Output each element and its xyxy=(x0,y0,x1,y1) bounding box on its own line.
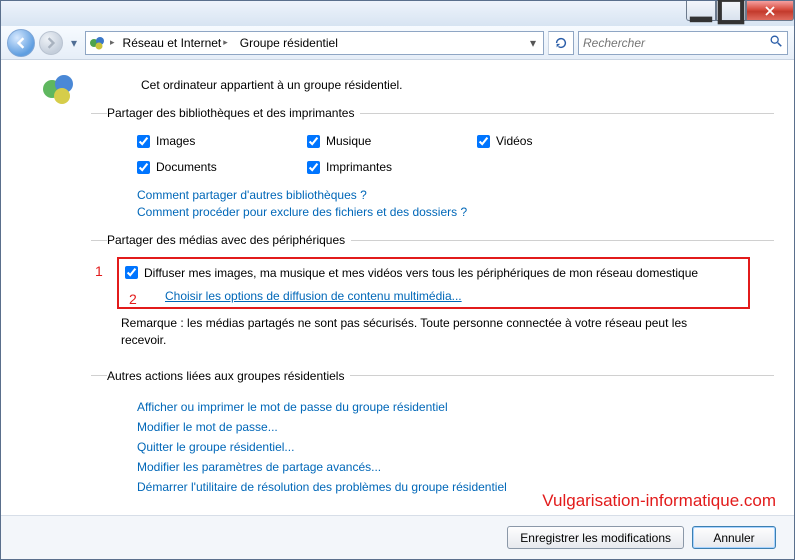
intro-text: Cet ordinateur appartient à un groupe ré… xyxy=(91,70,774,106)
footer-bar: Enregistrer les modifications Annuler xyxy=(1,515,794,559)
checkbox-documents[interactable]: Documents xyxy=(137,160,307,174)
forward-button[interactable] xyxy=(39,31,63,55)
checkbox-input[interactable] xyxy=(477,135,490,148)
save-button[interactable]: Enregistrer les modifications xyxy=(507,526,684,549)
annotation-highlight: 1 2 Diffuser mes images, ma musique et m… xyxy=(117,257,750,309)
section-legend: Partager des médias avec des périphériqu… xyxy=(107,233,351,247)
stream-media-label: Diffuser mes images, ma musique et mes v… xyxy=(144,265,746,281)
section-legend: Partager des bibliothèques et des imprim… xyxy=(107,106,360,120)
annotation-marker-1: 1 xyxy=(95,263,103,279)
titlebar-blur-text xyxy=(1,1,686,26)
media-sharing-note: Remarque : les médias partagés ne sont p… xyxy=(107,309,774,355)
homegroup-icon xyxy=(41,72,75,106)
checkbox-stream-media[interactable] xyxy=(125,266,138,279)
link-leave-homegroup[interactable]: Quitter le groupe résidentiel... xyxy=(137,437,774,457)
link-exclude-files[interactable]: Comment procéder pour exclure des fichie… xyxy=(137,205,467,219)
search-icon[interactable] xyxy=(769,34,783,51)
section-libraries: Partager des bibliothèques et des imprim… xyxy=(91,106,774,227)
breadcrumb-label: Réseau et Internet xyxy=(123,36,222,50)
window-controls xyxy=(686,1,794,21)
chevron-right-icon: ▸ xyxy=(110,37,115,48)
link-troubleshooter[interactable]: Démarrer l'utilitaire de résolution des … xyxy=(137,477,774,497)
link-streaming-options[interactable]: Choisir les options de diffusion de cont… xyxy=(165,289,462,303)
checkbox-label: Documents xyxy=(156,160,217,174)
checkbox-input[interactable] xyxy=(137,161,150,174)
section-legend: Autres actions liées aux groupes résiden… xyxy=(107,369,350,383)
nav-history-dropdown[interactable]: ▾ xyxy=(67,36,81,50)
breadcrumb-label: Groupe résidentiel xyxy=(240,36,338,50)
checkbox-input[interactable] xyxy=(137,135,150,148)
search-input[interactable] xyxy=(583,36,769,50)
close-button[interactable] xyxy=(746,1,794,21)
checkbox-label: Musique xyxy=(326,134,371,148)
checkbox-videos[interactable]: Vidéos xyxy=(477,134,647,148)
link-change-password[interactable]: Modifier le mot de passe... xyxy=(137,417,774,437)
checkbox-input[interactable] xyxy=(307,135,320,148)
titlebar xyxy=(1,1,794,26)
checkbox-music[interactable]: Musique xyxy=(307,134,477,148)
link-share-other-libraries[interactable]: Comment partager d'autres bibliothèques … xyxy=(137,188,367,202)
refresh-button[interactable] xyxy=(548,31,574,55)
checkbox-images[interactable]: Images xyxy=(137,134,307,148)
search-box[interactable] xyxy=(578,31,788,55)
checkbox-label: Images xyxy=(156,134,195,148)
chevron-right-icon: ▸ xyxy=(223,37,228,48)
annotation-marker-2: 2 xyxy=(129,291,137,307)
breadcrumb-homegroup[interactable]: Groupe résidentiel xyxy=(236,32,342,54)
homegroup-path-icon xyxy=(88,34,106,52)
section-other-actions: Autres actions liées aux groupes résiden… xyxy=(91,369,774,505)
checkbox-printers[interactable]: Imprimantes xyxy=(307,160,477,174)
section-media-devices: Partager des médias avec des périphériqu… xyxy=(91,233,774,363)
content-area: Cet ordinateur appartient à un groupe ré… xyxy=(1,60,794,515)
link-advanced-sharing[interactable]: Modifier les paramètres de partage avanc… xyxy=(137,457,774,477)
checkbox-label: Imprimantes xyxy=(326,160,392,174)
minimize-button[interactable] xyxy=(686,1,716,21)
link-view-password[interactable]: Afficher ou imprimer le mot de passe du … xyxy=(137,397,774,417)
cancel-button[interactable]: Annuler xyxy=(692,526,776,549)
address-bar[interactable]: ▸ Réseau et Internet ▸ Groupe résidentie… xyxy=(85,31,544,55)
navigation-bar: ▾ ▸ Réseau et Internet ▸ Groupe résident… xyxy=(1,26,794,60)
back-button[interactable] xyxy=(7,29,35,57)
control-panel-window: ▾ ▸ Réseau et Internet ▸ Groupe résident… xyxy=(0,0,795,560)
breadcrumb-network[interactable]: Réseau et Internet ▸ xyxy=(119,32,232,54)
address-dropdown[interactable]: ▾ xyxy=(525,36,541,50)
maximize-button[interactable] xyxy=(716,1,746,21)
checkbox-label: Vidéos xyxy=(496,134,532,148)
checkbox-input[interactable] xyxy=(307,161,320,174)
